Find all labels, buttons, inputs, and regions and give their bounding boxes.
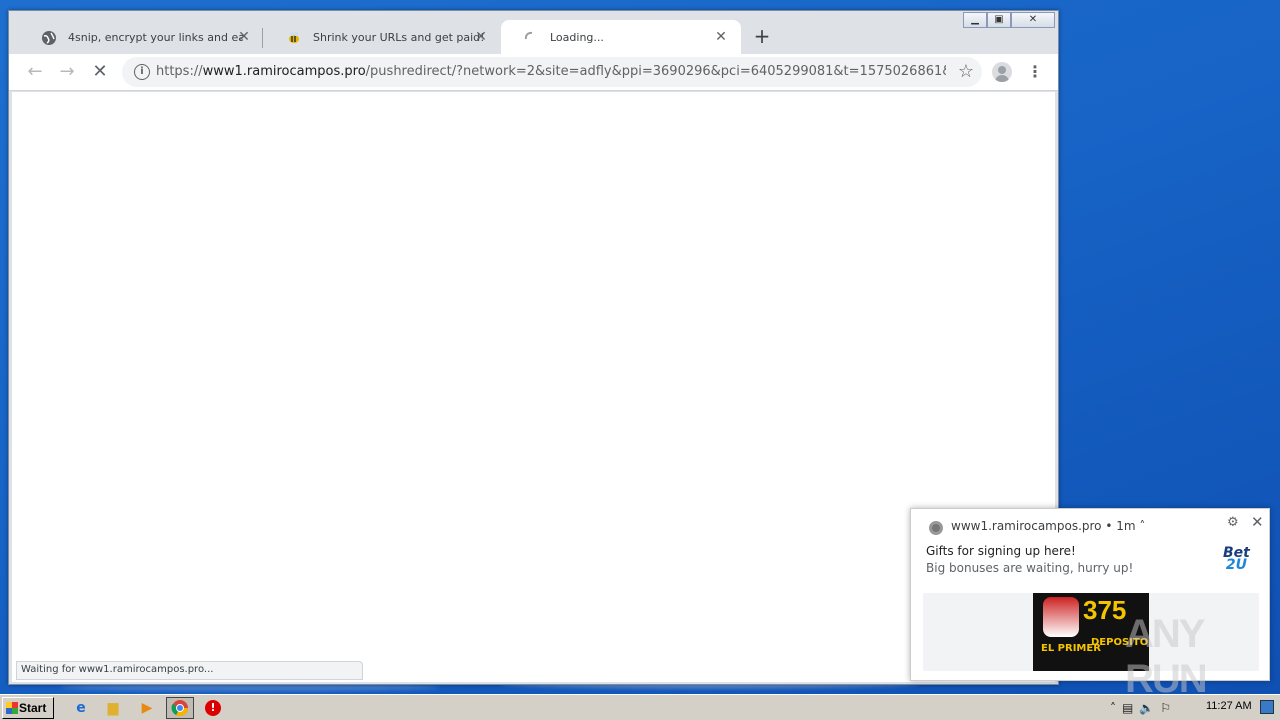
tab-4snip[interactable]: 4snip, encrypt your links and earn m ✕	[19, 20, 264, 55]
bookmark-star-icon[interactable]: ☆	[958, 61, 974, 82]
folder-icon[interactable]: ▆	[104, 699, 122, 717]
notification-source: www1.ramirocampos.pro • 1m ˄	[951, 519, 1145, 533]
url-text[interactable]: https://www1.ramirocampos.pro/pushredire…	[156, 64, 946, 79]
browser-menu-icon[interactable]: ⋮	[1025, 62, 1045, 82]
notification-site: www1.ramirocampos.pro	[951, 519, 1102, 533]
watermark: ANY RUN	[1125, 612, 1208, 701]
status-bubble: Waiting for www1.ramirocampos.pro...	[16, 661, 363, 680]
close-tab-icon[interactable]: ✕	[473, 29, 489, 45]
close-tab-icon[interactable]: ✕	[713, 29, 729, 45]
opera-icon[interactable]: !	[205, 700, 221, 716]
windows-flag-icon	[6, 702, 18, 714]
tab-loading[interactable]: Loading... ✕	[501, 20, 741, 55]
network-icon[interactable]: ▤	[1122, 701, 1133, 715]
media-player-icon[interactable]: ▶	[138, 699, 156, 717]
tab-title: Loading...	[550, 31, 604, 44]
globe-icon	[42, 31, 56, 45]
url-path: /pushredirect/?network=2&site=adfly&ppi=…	[365, 64, 946, 79]
notification-separator: •	[1105, 519, 1113, 533]
back-arrow-icon[interactable]: ←	[25, 62, 45, 82]
tab-shrink-urls[interactable]: Shrink your URLs and get paid! ✕	[264, 20, 501, 55]
maximize-button[interactable]: ▣	[987, 12, 1011, 28]
spinner-icon	[524, 31, 533, 40]
browser-toolbar: ← → ✕ i https://www1.ramirocampos.pro/pu…	[9, 54, 1058, 91]
clock[interactable]: 11:27 AM	[1206, 700, 1252, 712]
browser-window: 4snip, encrypt your links and earn m ✕ S…	[8, 10, 1059, 685]
logo-text: 2U	[1225, 557, 1247, 573]
bee-icon	[289, 32, 299, 43]
notification-message: Big bonuses are waiting, hurry up!	[926, 561, 1134, 575]
ad-number: 375	[1083, 595, 1127, 625]
start-label: Start	[19, 701, 47, 715]
notification-age: 1m	[1116, 519, 1136, 533]
tab-strip: 4snip, encrypt your links and earn m ✕ S…	[9, 11, 1058, 55]
start-button[interactable]: Start	[2, 697, 54, 719]
notification-title: Gifts for signing up here!	[926, 544, 1076, 558]
player-figure	[1043, 597, 1079, 637]
minimize-button[interactable]: ▁	[963, 12, 987, 28]
close-notification-icon[interactable]: ✕	[1251, 513, 1264, 531]
action-center-flag-icon[interactable]: ⚐	[1160, 701, 1171, 715]
show-desktop-icon[interactable]	[1260, 700, 1274, 714]
forward-arrow-icon[interactable]: →	[57, 62, 77, 82]
page-content: Waiting for www1.ramirocampos.pro...	[12, 92, 1055, 682]
ad-text: EL PRIMER	[1041, 643, 1101, 654]
tab-title: 4snip, encrypt your links and earn m	[68, 31, 243, 44]
gear-icon[interactable]: ⚙	[1227, 515, 1239, 530]
tab-title: Shrink your URLs and get paid!	[313, 31, 485, 44]
chrome-taskbar-icon[interactable]	[166, 697, 194, 719]
system-tray: ˄ ▤ 🔈 ⚐	[1104, 697, 1280, 719]
url-scheme: https://	[156, 64, 203, 79]
chrome-icon	[929, 521, 943, 535]
profile-avatar[interactable]	[992, 62, 1012, 82]
new-tab-button[interactable]: +	[752, 26, 772, 46]
taskbar: Start e ▆ ▶ ! ˄ ▤ 🔈 ⚐ 11:27 AM	[0, 694, 1280, 720]
internet-explorer-icon[interactable]: e	[72, 699, 90, 717]
site-info-icon[interactable]: i	[134, 64, 150, 80]
volume-icon[interactable]: 🔈	[1139, 701, 1154, 715]
stop-loading-icon[interactable]: ✕	[90, 62, 110, 82]
address-bar[interactable]: i https://www1.ramirocampos.pro/pushredi…	[122, 57, 982, 87]
show-hidden-icons-icon[interactable]: ˄	[1110, 701, 1116, 715]
close-window-button[interactable]: ✕	[1011, 12, 1055, 28]
chrome-logo-icon	[171, 700, 189, 717]
bet2u-logo: Bet 2U	[1223, 546, 1250, 573]
close-tab-icon[interactable]: ✕	[236, 29, 252, 45]
url-host: www1.ramirocampos.pro	[202, 64, 366, 79]
tab-separator	[262, 28, 263, 48]
chevron-up-icon[interactable]: ˄	[1139, 519, 1145, 533]
